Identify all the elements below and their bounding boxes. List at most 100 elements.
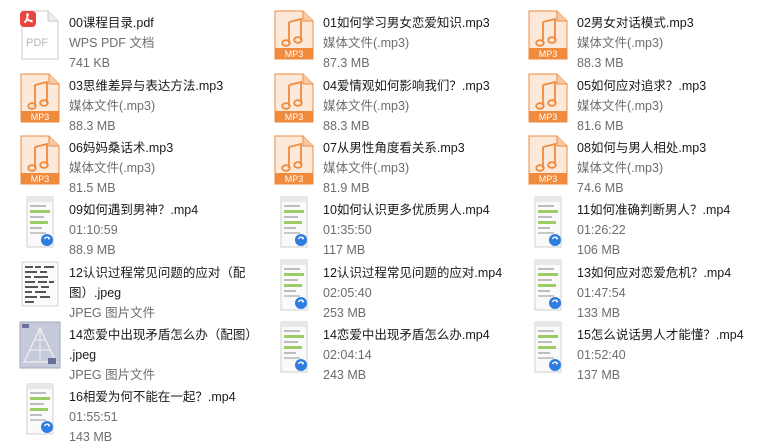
file-item[interactable]: 12认识过程常见问题的应对（配 图）.jpeg JPEG 图片文件 (4, 256, 254, 320)
file-meta: 媒体文件(.mp3) (323, 161, 410, 175)
file-details: 11如何准确判断男人？.mp4 01:26:22 106 MB (577, 200, 758, 260)
mp3-file-icon: MP3 (272, 8, 316, 62)
file-item[interactable]: MP3 01如何学习男女恋爱知识.mp3 媒体文件(.mp3) 87.3 MB (258, 6, 508, 70)
file-item[interactable]: 09如何遇到男神？.mp4 01:10:59 88.9 MB (4, 193, 254, 257)
file-meta: 01:52:40 (577, 348, 626, 362)
file-meta: 01:55:51 (69, 410, 118, 424)
file-details: 08如何与男人相处.mp3 媒体文件(.mp3) 74.6 MB (577, 138, 758, 198)
jpeg-thumbnail-icon (18, 320, 62, 374)
svg-text:MP3: MP3 (31, 112, 50, 122)
file-item[interactable]: PDF 00课程目录.pdf WPS PDF 文档 741 KB (4, 6, 254, 70)
svg-text:MP3: MP3 (539, 49, 558, 59)
file-meta: 媒体文件(.mp3) (577, 36, 664, 50)
video-thumbnail-icon (526, 195, 570, 249)
file-item[interactable]: 13如何应对恋爱危机？.mp4 01:47:54 133 MB (512, 256, 758, 320)
file-item[interactable]: 10如何认识更多优质男人.mp4 01:35:50 117 MB (258, 193, 508, 257)
mp3-file-icon: MP3 (526, 133, 570, 187)
file-name: 01如何学习男女恋爱知识.mp3 (323, 16, 490, 30)
file-details: 00课程目录.pdf WPS PDF 文档 741 KB (69, 13, 254, 73)
file-meta: 媒体文件(.mp3) (577, 161, 664, 175)
file-details: 14恋爱中出现矛盾怎么办.mp4 02:04:14 243 MB (323, 325, 508, 385)
video-thumbnail-icon (272, 195, 316, 249)
file-name: 06妈妈桑话术.mp3 (69, 141, 174, 155)
file-item[interactable]: MP3 06妈妈桑话术.mp3 媒体文件(.mp3) 81.5 MB (4, 131, 254, 195)
file-name: 10如何认识更多优质男人.mp4 (323, 203, 490, 217)
file-item[interactable]: 14恋爱中出现矛盾怎么办（配图） .jpeg JPEG 图片文件 (4, 318, 258, 382)
file-item[interactable]: MP3 02男女对话模式.mp3 媒体文件(.mp3) 88.3 MB (512, 6, 758, 70)
file-size: 143 MB (69, 430, 113, 444)
file-size: 137 MB (577, 368, 621, 382)
mp3-file-icon: MP3 (526, 71, 570, 125)
video-thumbnail-icon (526, 320, 570, 374)
jpeg-thumbnail-icon (18, 258, 62, 312)
mp3-file-icon: MP3 (526, 8, 570, 62)
file-details: 07从男性角度看关系.mp3 媒体文件(.mp3) 81.9 MB (323, 138, 508, 198)
file-name: 14恋爱中出现矛盾怎么办.mp4 (323, 328, 490, 342)
file-details: 15怎么说话男人才能懂？.mp4 01:52:40 137 MB (577, 325, 758, 385)
file-details: 16相爱为何不能在一起？.mp4 01:55:51 143 MB (69, 387, 254, 447)
file-meta: 01:26:22 (577, 223, 626, 237)
file-grid: PDF 00课程目录.pdf WPS PDF 文档 741 KB MP3 01如何学… (0, 0, 758, 448)
file-meta: 01:10:59 (69, 223, 118, 237)
file-details: 09如何遇到男神？.mp4 01:10:59 88.9 MB (69, 200, 254, 260)
mp3-file-icon: MP3 (18, 133, 62, 187)
file-name: 09如何遇到男神？.mp4 (69, 203, 199, 217)
file-name: 00课程目录.pdf (69, 16, 154, 30)
file-name: 08如何与男人相处.mp3 (577, 141, 707, 155)
file-name: 04爱情观如何影响我们？.mp3 (323, 79, 490, 93)
file-name-continued: 图）.jpeg (69, 286, 122, 300)
file-details: 12认识过程常见问题的应对（配 图）.jpeg JPEG 图片文件 (69, 263, 254, 323)
file-meta: 媒体文件(.mp3) (323, 99, 410, 113)
file-name: 11如何准确判断男人？.mp4 (577, 203, 731, 217)
file-meta: 媒体文件(.mp3) (69, 161, 156, 175)
file-size: 243 MB (323, 368, 367, 382)
file-details: 05如何应对追求？.mp3 媒体文件(.mp3) 81.6 MB (577, 76, 758, 136)
file-name: 05如何应对追求？.mp3 (577, 79, 707, 93)
file-name: 16相爱为何不能在一起？.mp4 (69, 390, 236, 404)
mp3-file-icon: MP3 (272, 71, 316, 125)
file-name-continued: .jpeg (69, 348, 97, 362)
file-meta: 01:47:54 (577, 286, 626, 300)
svg-text:MP3: MP3 (285, 112, 304, 122)
file-meta: 01:35:50 (323, 223, 372, 237)
file-meta: 媒体文件(.mp3) (323, 36, 410, 50)
video-thumbnail-icon (18, 195, 62, 249)
file-item[interactable]: 14恋爱中出现矛盾怎么办.mp4 02:04:14 243 MB (258, 318, 508, 382)
file-name: 12认识过程常见问题的应对（配 (69, 266, 246, 280)
file-meta: 02:04:14 (323, 348, 372, 362)
svg-text:MP3: MP3 (539, 174, 558, 184)
file-name: 13如何应对恋爱危机？.mp4 (577, 266, 732, 280)
pdf-file-icon: PDF (18, 8, 62, 62)
file-item[interactable]: 12认识过程常见问题的应对.mp4 02:05:40 253 MB (258, 256, 508, 320)
file-item[interactable]: 11如何准确判断男人？.mp4 01:26:22 106 MB (512, 193, 758, 257)
file-details: 10如何认识更多优质男人.mp4 01:35:50 117 MB (323, 200, 508, 260)
file-details: 02男女对话模式.mp3 媒体文件(.mp3) 88.3 MB (577, 13, 758, 73)
file-name: 12认识过程常见问题的应对.mp4 (323, 266, 503, 280)
svg-text:MP3: MP3 (285, 174, 304, 184)
video-thumbnail-icon (272, 320, 316, 374)
file-meta: 媒体文件(.mp3) (577, 99, 664, 113)
file-item[interactable]: MP3 03思维差异与表达方法.mp3 媒体文件(.mp3) 88.3 MB (4, 69, 254, 133)
file-item[interactable]: 16相爱为何不能在一起？.mp4 01:55:51 143 MB (4, 380, 254, 444)
file-details: 14恋爱中出现矛盾怎么办（配图） .jpeg JPEG 图片文件 (69, 325, 258, 385)
file-item[interactable]: MP3 04爱情观如何影响我们？.mp3 媒体文件(.mp3) 88.3 MB (258, 69, 508, 133)
file-item[interactable]: MP3 08如何与男人相处.mp3 媒体文件(.mp3) 74.6 MB (512, 131, 758, 195)
file-item[interactable]: MP3 05如何应对追求？.mp3 媒体文件(.mp3) 81.6 MB (512, 69, 758, 133)
video-thumbnail-icon (18, 382, 62, 436)
file-details: 13如何应对恋爱危机？.mp4 01:47:54 133 MB (577, 263, 758, 323)
mp3-file-icon: MP3 (18, 71, 62, 125)
file-name: 15怎么说话男人才能懂？.mp4 (577, 328, 744, 342)
file-details: 01如何学习男女恋爱知识.mp3 媒体文件(.mp3) 87.3 MB (323, 13, 508, 73)
svg-text:MP3: MP3 (31, 174, 50, 184)
file-meta: 媒体文件(.mp3) (69, 99, 156, 113)
svg-text:MP3: MP3 (539, 112, 558, 122)
file-details: 12认识过程常见问题的应对.mp4 02:05:40 253 MB (323, 263, 508, 323)
file-item[interactable]: MP3 07从男性角度看关系.mp3 媒体文件(.mp3) 81.9 MB (258, 131, 508, 195)
file-meta: WPS PDF 文档 (69, 36, 155, 50)
file-name: 02男女对话模式.mp3 (577, 16, 694, 30)
file-details: 06妈妈桑话术.mp3 媒体文件(.mp3) 81.5 MB (69, 138, 254, 198)
video-thumbnail-icon (272, 258, 316, 312)
svg-text:MP3: MP3 (285, 49, 304, 59)
file-item[interactable]: 15怎么说话男人才能懂？.mp4 01:52:40 137 MB (512, 318, 758, 382)
svg-text:PDF: PDF (26, 37, 48, 49)
